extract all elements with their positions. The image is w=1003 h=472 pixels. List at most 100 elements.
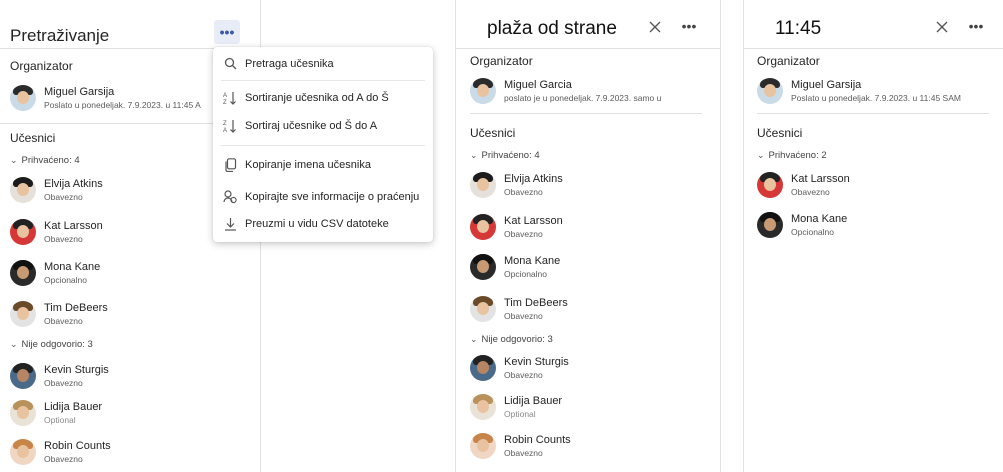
chevron-down-icon: ⌄ [10,155,18,165]
attendee-row[interactable]: Mona Kane Opcionalno [10,259,250,291]
more-options-button[interactable]: ••• [963,14,989,38]
attendee-name: Lidija Bauer [504,395,563,407]
attendee-name: Mona Kane [44,261,101,273]
attendee-row[interactable]: Lidija Bauer Optional [470,393,710,425]
svg-text:A: A [223,93,227,99]
attendee-role: Opcionalno [791,227,835,237]
attendee-row[interactable]: Tim DeBeers Obavezno [470,295,710,327]
attendee-row[interactable]: Kevin Sturgis Obavezno [10,362,250,394]
attendee-row[interactable]: Tim DeBeers Obavezno [10,300,250,332]
attendee-role: Obavezno [791,187,830,197]
chevron-down-icon: ⌄ [757,150,765,160]
panel-header: plaža od strane ••• [456,0,720,49]
attendee-name: Kat Larsson [44,220,103,232]
avatar [470,296,496,322]
attendee-name: Kat Larsson [791,173,850,185]
organizer-row[interactable]: Miguel Garcia poslato je u ponedeljak. 7… [470,77,715,109]
group-accepted-toggle[interactable]: ⌄ Prihvaćeno: 2 [757,150,827,161]
attendee-role: Obavezno [44,234,83,244]
attendee-name: Mona Kane [504,255,561,267]
avatar [757,78,783,104]
avatar [470,254,496,280]
menu-divider [221,145,425,146]
organizer-label: Organizator [470,54,533,68]
panel-header: Pretraživanje ••• [0,0,260,49]
attendee-role: Obavezno [504,311,543,321]
avatar [470,355,496,381]
group-accepted-label: Prihvaćeno: 4 [481,150,540,161]
more-horizontal-icon: ••• [219,24,235,40]
attendee-row[interactable]: Robin Counts Obavezno [10,438,250,470]
attendee-name: Robin Counts [44,440,111,452]
attendee-role: Obavezno [44,454,83,464]
group-noreply-label: Nije odgovorio: 3 [481,334,553,345]
attendees-label: Učesnici [470,126,516,140]
panel-title: 11:45 [775,18,822,39]
attendee-name: Kat Larsson [504,215,563,227]
menu-item-copy-names[interactable]: Kopiranje imena učesnika [213,154,433,178]
attendee-name: Elvija Atkins [504,173,563,185]
attendee-name: Kevin Sturgis [504,356,569,368]
avatar [10,260,36,286]
search-icon [223,57,237,71]
attendee-role: Obavezno [44,192,83,202]
download-icon [223,217,237,231]
chevron-down-icon: ⌄ [10,339,18,349]
organizer-name: Miguel Garcia [504,79,572,91]
avatar [470,433,496,459]
organizer-label: Organizator [10,59,73,73]
menu-item-sort-asc[interactable]: AZ Sortiranje učesnika od A do Š [213,87,433,111]
panel-title: plaža od strane [487,18,617,39]
group-accepted-toggle[interactable]: ⌄ Prihvaćeno: 4 [10,155,80,166]
menu-item-label: Sortiranje učesnika od A do Š [245,92,389,104]
attendee-name: Lidija Bauer [44,401,103,413]
group-accepted-label: Prihvaćeno: 2 [768,150,827,161]
close-button[interactable] [929,16,955,40]
close-icon [649,20,661,36]
attendee-role: Obavezno [504,448,543,458]
chevron-down-icon: ⌄ [470,150,478,160]
attendee-row[interactable]: Kat Larsson Obavezno [470,213,710,245]
menu-item-label: Pretraga učesnika [245,58,334,70]
avatar [10,219,36,245]
attendee-role: Obavezno [504,370,543,380]
copy-tracking-icon [223,190,237,204]
attendee-name: Mona Kane [791,213,848,225]
attendees-label: Učesnici [757,126,803,140]
group-noreply-toggle[interactable]: ⌄ Nije odgovorio: 3 [470,334,553,345]
attendee-panel-third: 11:45 ••• Organizator Miguel Garsija Pos… [743,0,1003,472]
menu-item-sort-desc[interactable]: ZA Sortiraj učesnike od Š do A [213,115,433,139]
organizer-row[interactable]: Miguel Garsija Poslato u ponedeljak. 7.9… [757,77,1002,109]
attendee-role: Obavezno [44,378,83,388]
attendee-row[interactable]: Mona Kane Opcionalno [470,253,710,285]
avatar [757,172,783,198]
attendee-row[interactable]: Robin Counts Obavezno [470,432,710,464]
menu-divider [221,80,425,81]
menu-item-copy-tracking[interactable]: Kopirajte sve informacije o praćenju [213,186,433,210]
attendee-name: Elvija Atkins [44,178,103,190]
organizer-name: Miguel Garsija [44,86,115,98]
attendee-row[interactable]: Kat Larsson Obavezno [757,171,997,203]
panel-title: Pretraživanje [10,26,110,45]
sort-ascending-icon: AZ [223,91,237,106]
attendee-row[interactable]: Lidija Bauer Optional [10,399,250,431]
attendee-row[interactable]: Mona Kane Opcionalno [757,211,997,243]
group-accepted-toggle[interactable]: ⌄ Prihvaćeno: 4 [470,150,540,161]
group-noreply-toggle[interactable]: ⌄ Nije odgovorio: 3 [10,339,93,350]
divider [470,113,702,114]
attendee-panel-second: plaža od strane ••• Organizator Miguel G… [455,0,721,472]
group-accepted-label: Prihvaćeno: 4 [21,155,80,166]
svg-text:Z: Z [223,100,227,105]
more-options-button[interactable]: ••• [214,20,240,44]
panel-header: 11:45 ••• [744,0,1003,49]
close-button[interactable] [642,16,668,40]
attendee-row[interactable]: Elvija Atkins Obavezno [470,171,710,203]
avatar [10,301,36,327]
more-options-button[interactable]: ••• [676,14,702,38]
attendee-row[interactable]: Kevin Sturgis Obavezno [470,354,710,386]
organizer-sent-info: Poslato u ponedeljak. 7.9.2023. u 11:45 … [791,93,961,103]
menu-item-search[interactable]: Pretraga učesnika [213,53,433,77]
close-icon [936,20,948,36]
organizer-name: Miguel Garsija [791,79,862,91]
menu-item-download-csv[interactable]: Preuzmi u vidu CSV datoteke [213,213,433,237]
